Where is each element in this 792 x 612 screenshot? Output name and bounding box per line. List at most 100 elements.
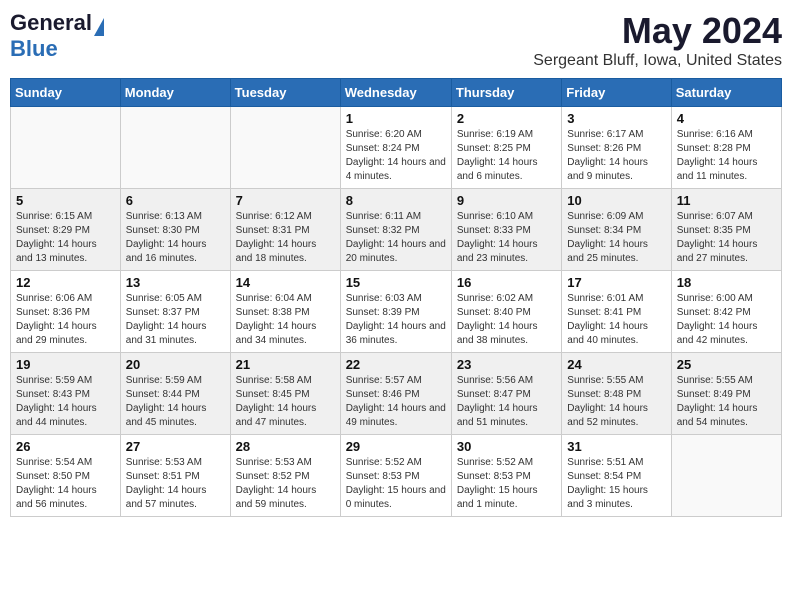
calendar-day-cell: 16 Sunrise: 6:02 AMSunset: 8:40 PMDayligh… xyxy=(451,271,561,353)
day-number: 17 xyxy=(567,275,665,290)
calendar-week-row: 19 Sunrise: 5:59 AMSunset: 8:43 PMDayligh… xyxy=(11,353,782,435)
day-detail: Sunrise: 5:52 AMSunset: 8:53 PMDaylight:… xyxy=(457,456,556,512)
day-number: 28 xyxy=(236,439,335,454)
calendar-day-cell: 26Sunrise: 5:54 AMSunset: 8:50 PMDayligh… xyxy=(11,435,121,517)
col-wednesday: Wednesday xyxy=(340,79,451,107)
calendar-week-row: 26Sunrise: 5:54 AMSunset: 8:50 PMDayligh… xyxy=(11,435,782,517)
day-detail: Sunrise: 6:19 AMSunset: 8:25 PMDaylight:… xyxy=(457,128,556,184)
day-detail: Sunrise: 6:09 AMSunset: 8:34 PMDaylight:… xyxy=(567,210,665,266)
calendar-day-cell: 20Sunrise: 5:59 AMSunset: 8:44 PMDayligh… xyxy=(120,353,230,435)
calendar-day-cell: 11 Sunrise: 6:07 AMSunset: 8:35 PMDayligh… xyxy=(671,189,781,271)
calendar-day-cell: 24 Sunrise: 5:55 AMSunset: 8:48 PMDayligh… xyxy=(562,353,671,435)
day-detail: Sunrise: 6:11 AMSunset: 8:32 PMDaylight:… xyxy=(346,210,446,266)
calendar-subtitle: Sergeant Bluff, Iowa, United States xyxy=(533,52,782,70)
day-detail: Sunrise: 6:05 AMSunset: 8:37 PMDaylight:… xyxy=(126,292,225,348)
calendar-table: Sunday Monday Tuesday Wednesday Thursday… xyxy=(10,78,782,517)
day-detail: Sunrise: 6:10 AMSunset: 8:33 PMDaylight:… xyxy=(457,210,556,266)
day-number: 26 xyxy=(16,439,115,454)
calendar-day-cell: 19 Sunrise: 5:59 AMSunset: 8:43 PMDayligh… xyxy=(11,353,121,435)
day-detail: Sunrise: 5:53 AMSunset: 8:51 PMDaylight:… xyxy=(126,456,225,512)
day-detail: Sunrise: 6:02 AMSunset: 8:40 PMDaylight:… xyxy=(457,292,556,348)
calendar-day-cell: 27 Sunrise: 5:53 AMSunset: 8:51 PMDayligh… xyxy=(120,435,230,517)
calendar-day-cell: 31 Sunrise: 5:51 AMSunset: 8:54 PMDayligh… xyxy=(562,435,671,517)
day-number: 29 xyxy=(346,439,446,454)
day-number: 16 xyxy=(457,275,556,290)
calendar-day-cell: 14 Sunrise: 6:04 AMSunset: 8:38 PMDayligh… xyxy=(230,271,340,353)
day-number: 19 xyxy=(16,357,115,372)
title-block: May 2024 Sergeant Bluff, Iowa, United St… xyxy=(533,10,782,70)
day-number: 8 xyxy=(346,193,446,208)
logo-general-text: General xyxy=(10,10,92,36)
day-number: 14 xyxy=(236,275,335,290)
calendar-day-cell xyxy=(230,107,340,189)
calendar-day-cell: 2 Sunrise: 6:19 AMSunset: 8:25 PMDaylight… xyxy=(451,107,561,189)
calendar-day-cell: 28 Sunrise: 5:53 AMSunset: 8:52 PMDayligh… xyxy=(230,435,340,517)
day-number: 12 xyxy=(16,275,115,290)
day-number: 27 xyxy=(126,439,225,454)
page-header: General Blue May 2024 Sergeant Bluff, Io… xyxy=(10,10,782,70)
day-detail: Sunrise: 5:52 AMSunset: 8:53 PMDaylight:… xyxy=(346,456,446,512)
day-number: 24 xyxy=(567,357,665,372)
day-number: 1 xyxy=(346,111,446,126)
calendar-week-row: 12Sunrise: 6:06 AMSunset: 8:36 PMDayligh… xyxy=(11,271,782,353)
col-saturday: Saturday xyxy=(671,79,781,107)
calendar-day-cell: 17Sunrise: 6:01 AMSunset: 8:41 PMDayligh… xyxy=(562,271,671,353)
day-detail: Sunrise: 6:15 AMSunset: 8:29 PMDaylight:… xyxy=(16,210,115,266)
day-detail: Sunrise: 5:51 AMSunset: 8:54 PMDaylight:… xyxy=(567,456,665,512)
day-detail: Sunrise: 6:00 AMSunset: 8:42 PMDaylight:… xyxy=(677,292,776,348)
calendar-header-row: Sunday Monday Tuesday Wednesday Thursday… xyxy=(11,79,782,107)
day-detail: Sunrise: 5:53 AMSunset: 8:52 PMDaylight:… xyxy=(236,456,335,512)
day-detail: Sunrise: 6:04 AMSunset: 8:38 PMDaylight:… xyxy=(236,292,335,348)
calendar-day-cell: 30 Sunrise: 5:52 AMSunset: 8:53 PMDayligh… xyxy=(451,435,561,517)
day-number: 30 xyxy=(457,439,556,454)
day-number: 11 xyxy=(677,193,776,208)
col-tuesday: Tuesday xyxy=(230,79,340,107)
calendar-day-cell: 5 Sunrise: 6:15 AMSunset: 8:29 PMDaylight… xyxy=(11,189,121,271)
calendar-day-cell: 1 Sunrise: 6:20 AMSunset: 8:24 PMDaylight… xyxy=(340,107,451,189)
day-number: 22 xyxy=(346,357,446,372)
day-detail: Sunrise: 6:16 AMSunset: 8:28 PMDaylight:… xyxy=(677,128,776,184)
day-number: 9 xyxy=(457,193,556,208)
day-number: 7 xyxy=(236,193,335,208)
day-detail: Sunrise: 5:59 AMSunset: 8:43 PMDaylight:… xyxy=(16,374,115,430)
calendar-day-cell xyxy=(120,107,230,189)
col-friday: Friday xyxy=(562,79,671,107)
day-detail: Sunrise: 5:57 AMSunset: 8:46 PMDaylight:… xyxy=(346,374,446,430)
calendar-day-cell: 6Sunrise: 6:13 AMSunset: 8:30 PMDaylight… xyxy=(120,189,230,271)
calendar-day-cell: 13 Sunrise: 6:05 AMSunset: 8:37 PMDayligh… xyxy=(120,271,230,353)
calendar-day-cell: 25 Sunrise: 5:55 AMSunset: 8:49 PMDayligh… xyxy=(671,353,781,435)
day-detail: Sunrise: 5:59 AMSunset: 8:44 PMDaylight:… xyxy=(126,374,225,430)
day-number: 31 xyxy=(567,439,665,454)
col-monday: Monday xyxy=(120,79,230,107)
day-detail: Sunrise: 6:13 AMSunset: 8:30 PMDaylight:… xyxy=(126,210,225,266)
day-detail: Sunrise: 6:07 AMSunset: 8:35 PMDaylight:… xyxy=(677,210,776,266)
day-number: 25 xyxy=(677,357,776,372)
calendar-day-cell: 23 Sunrise: 5:56 AMSunset: 8:47 PMDayligh… xyxy=(451,353,561,435)
day-number: 4 xyxy=(677,111,776,126)
calendar-day-cell: 21 Sunrise: 5:58 AMSunset: 8:45 PMDayligh… xyxy=(230,353,340,435)
day-number: 5 xyxy=(16,193,115,208)
day-detail: Sunrise: 6:17 AMSunset: 8:26 PMDaylight:… xyxy=(567,128,665,184)
calendar-week-row: 5 Sunrise: 6:15 AMSunset: 8:29 PMDaylight… xyxy=(11,189,782,271)
day-detail: Sunrise: 5:55 AMSunset: 8:48 PMDaylight:… xyxy=(567,374,665,430)
day-number: 2 xyxy=(457,111,556,126)
day-detail: Sunrise: 6:20 AMSunset: 8:24 PMDaylight:… xyxy=(346,128,446,184)
day-number: 23 xyxy=(457,357,556,372)
day-number: 21 xyxy=(236,357,335,372)
calendar-title: May 2024 xyxy=(533,10,782,52)
day-number: 18 xyxy=(677,275,776,290)
calendar-week-row: 1 Sunrise: 6:20 AMSunset: 8:24 PMDaylight… xyxy=(11,107,782,189)
calendar-day-cell: 3Sunrise: 6:17 AMSunset: 8:26 PMDaylight… xyxy=(562,107,671,189)
day-detail: Sunrise: 5:56 AMSunset: 8:47 PMDaylight:… xyxy=(457,374,556,430)
day-detail: Sunrise: 5:55 AMSunset: 8:49 PMDaylight:… xyxy=(677,374,776,430)
day-detail: Sunrise: 5:58 AMSunset: 8:45 PMDaylight:… xyxy=(236,374,335,430)
calendar-day-cell: 22 Sunrise: 5:57 AMSunset: 8:46 PMDayligh… xyxy=(340,353,451,435)
day-detail: Sunrise: 6:12 AMSunset: 8:31 PMDaylight:… xyxy=(236,210,335,266)
day-number: 15 xyxy=(346,275,446,290)
day-number: 13 xyxy=(126,275,225,290)
calendar-day-cell: 10Sunrise: 6:09 AMSunset: 8:34 PMDayligh… xyxy=(562,189,671,271)
calendar-day-cell: 18 Sunrise: 6:00 AMSunset: 8:42 PMDayligh… xyxy=(671,271,781,353)
logo: General Blue xyxy=(10,10,104,62)
calendar-day-cell: 29 Sunrise: 5:52 AMSunset: 8:53 PMDayligh… xyxy=(340,435,451,517)
day-detail: Sunrise: 6:03 AMSunset: 8:39 PMDaylight:… xyxy=(346,292,446,348)
